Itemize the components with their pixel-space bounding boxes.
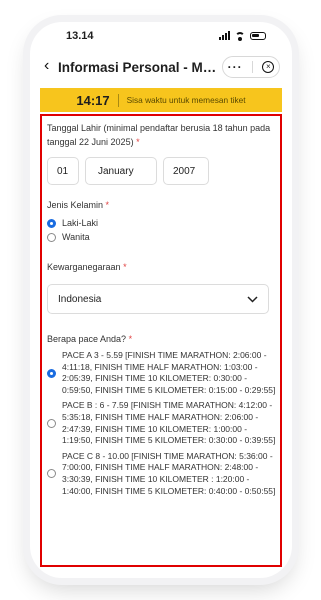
status-time: 13.14 bbox=[66, 30, 94, 42]
dob-day-field[interactable]: 01 bbox=[47, 157, 79, 185]
countdown-time: 14:17 bbox=[76, 92, 110, 108]
dob-label: Tanggal Lahir (minimal pendaftar berusia… bbox=[47, 123, 271, 147]
radio-unselected-icon[interactable] bbox=[47, 469, 56, 479]
gender-label: Jenis Kelamin * bbox=[47, 200, 110, 210]
gender-option-male[interactable]: Laki-Laki bbox=[47, 218, 277, 228]
signal-icon bbox=[219, 31, 230, 40]
radio-unselected-icon[interactable] bbox=[47, 232, 56, 242]
nationality-value: Indonesia bbox=[58, 293, 102, 305]
pace-label: Berapa pace Anda? * bbox=[47, 334, 133, 344]
mini-app-capsule: ··· × bbox=[222, 56, 280, 78]
phone-frame: 13.14 ‹ Informasi Personal - MANDIRI JOG… bbox=[30, 22, 292, 578]
radio-selected-icon[interactable] bbox=[47, 218, 56, 228]
page-header: ‹ Informasi Personal - MANDIRI JOGJA MAR… bbox=[30, 56, 292, 82]
nationality-section: Kewarganegaraan * Indonesia bbox=[47, 260, 277, 314]
gender-section: Jenis Kelamin * Laki-Laki Wanita bbox=[47, 198, 277, 242]
status-bar: 13.14 bbox=[30, 22, 292, 48]
more-icon[interactable]: ··· bbox=[228, 60, 243, 74]
capsule-divider bbox=[251, 61, 253, 73]
dob-fields: 01 January 2007 bbox=[47, 157, 277, 185]
dob-month-field[interactable]: January bbox=[85, 157, 157, 185]
pace-option-a[interactable]: PACE A 3 - 5.59 [FINISH TIME MARATHON: 2… bbox=[47, 350, 277, 396]
radio-selected-icon[interactable] bbox=[47, 368, 56, 378]
battery-icon bbox=[250, 31, 266, 40]
nationality-label: Kewarganegaraan * bbox=[47, 262, 127, 272]
dob-year-field[interactable]: 2007 bbox=[163, 157, 209, 185]
status-icons bbox=[219, 31, 266, 41]
personal-info-form: Tanggal Lahir (minimal pendaftar berusia… bbox=[40, 114, 282, 567]
page-title: Informasi Personal - MANDIRI JOGJA MARAT… bbox=[58, 60, 218, 75]
gender-option-female[interactable]: Wanita bbox=[47, 232, 277, 242]
pace-option-c[interactable]: PACE C 8 - 10.00 [FINISH TIME MARATHON: … bbox=[47, 451, 277, 497]
countdown-banner: 14:17 Sisa waktu untuk memesan tiket bbox=[40, 88, 282, 112]
pace-section: Berapa pace Anda? * PACE A 3 - 5.59 [FIN… bbox=[47, 332, 277, 497]
wifi-icon bbox=[235, 31, 245, 41]
pace-option-b[interactable]: PACE B : 6 - 7.59 [FINISH TIME MARATHON:… bbox=[47, 400, 277, 446]
chevron-down-icon bbox=[247, 295, 258, 303]
countdown-divider bbox=[117, 93, 119, 107]
countdown-message: Sisa waktu untuk memesan tiket bbox=[126, 95, 246, 105]
back-icon[interactable]: ‹ bbox=[44, 57, 49, 75]
nationality-select[interactable]: Indonesia bbox=[47, 284, 269, 314]
radio-unselected-icon[interactable] bbox=[47, 419, 56, 429]
close-icon[interactable]: × bbox=[262, 61, 275, 73]
